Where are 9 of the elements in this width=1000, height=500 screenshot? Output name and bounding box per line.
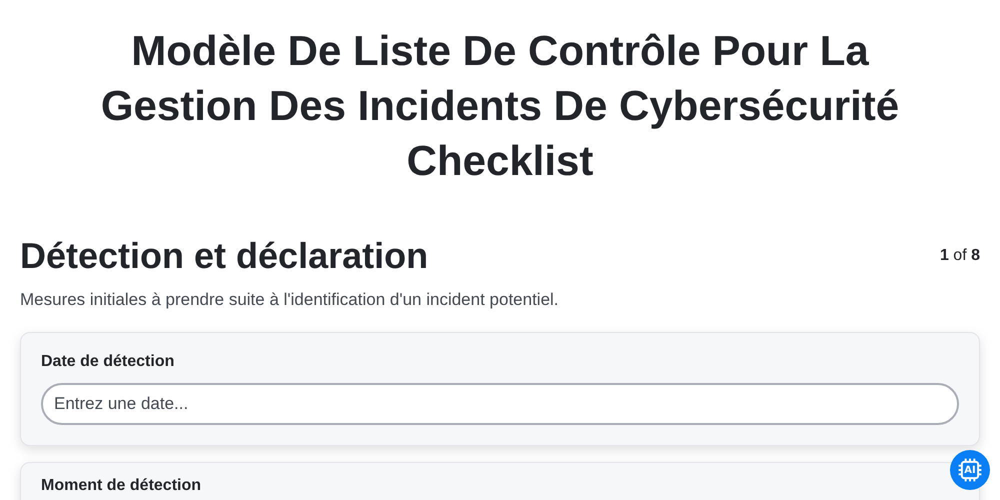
page-counter: 1 of 8 xyxy=(940,247,980,265)
input-field[interactable]: Entrez une date... xyxy=(41,383,959,425)
field-label: Moment de détection xyxy=(41,477,202,495)
chip-icon xyxy=(957,457,983,483)
section-heading: Détection et déclaration xyxy=(20,234,428,278)
page-title: Modèle De Liste De Contrôle Pour La Gestion Des Incidents De Cybersécurité Checklist xyxy=(100,26,900,186)
ai-button[interactable]: AI xyxy=(950,450,990,490)
section-description: Mesures initiales à prendre suite à l'identification d'un incident potentiel. xyxy=(20,290,560,310)
field-label: Date de détection xyxy=(41,353,176,371)
